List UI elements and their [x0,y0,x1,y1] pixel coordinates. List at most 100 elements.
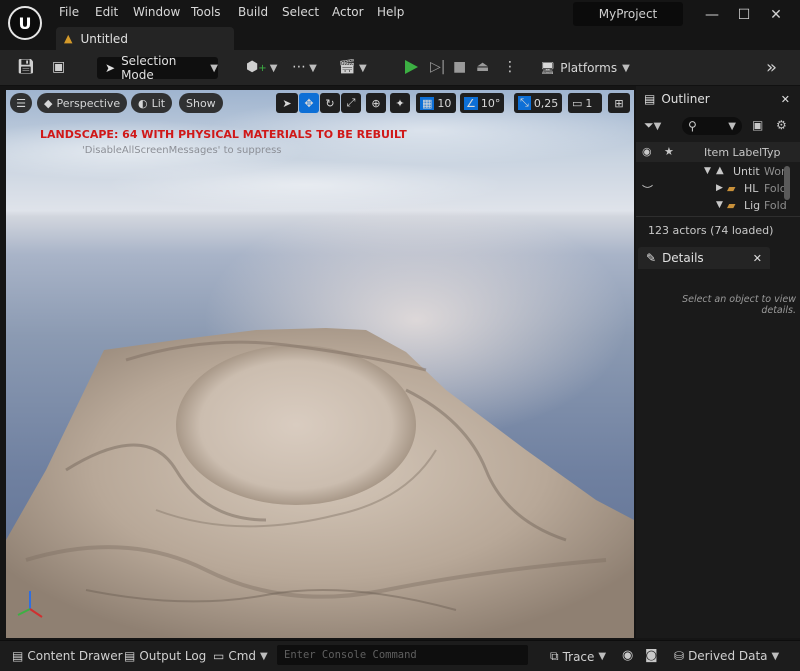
lit-icon: ◐ [138,96,148,110]
outliner-header: ◉ ★ Item Label Typ [636,142,800,162]
row-label: Lig [744,199,761,212]
landscape-terrain[interactable] [6,90,634,638]
viewport-layout-button[interactable]: ⊞ [608,93,630,113]
content-drawer-button[interactable]: ▤ Content Drawer [12,649,123,663]
terminal-icon: ▭ [213,649,225,663]
cursor-icon: ➤ [105,61,116,75]
hidden-eye-icon[interactable]: ︶ [642,182,653,198]
column-item-label[interactable]: Item Label [704,146,762,159]
folder-icon: ▰ [727,182,736,195]
column-type[interactable]: Typ [762,146,781,159]
lit-button[interactable]: ◐ Lit [131,93,173,113]
minimize-icon[interactable]: — [702,5,722,25]
close-icon[interactable]: ✕ [753,252,762,265]
grid-snap-control[interactable]: ▦ 10 [416,93,456,113]
close-icon[interactable]: ✕ [766,5,786,25]
stop-icon[interactable]: ■ [453,59,466,75]
log-icon: ▤ [124,649,136,663]
chevron-down-icon: ▼ [728,120,736,132]
rotation-snap-control[interactable]: ∠ 10° [460,93,504,113]
maximize-icon[interactable]: ☐ [734,5,754,25]
save-icon[interactable]: 💾︎ [17,59,35,75]
menu-edit[interactable]: Edit [95,5,118,19]
chevron-down-icon: ▼ [622,62,630,74]
scale-snap-control[interactable]: ⤡ 0,25 [514,93,562,113]
close-icon[interactable]: ✕ [781,93,790,106]
scale-tool[interactable]: ⤢ [341,93,361,113]
globe-icon: ⊕ [371,96,381,110]
row-type: Wor [764,165,786,178]
world-local-toggle[interactable]: ⊕ [366,93,386,113]
details-tab[interactable]: ✎ Details ✕ [638,247,770,269]
grid-icon: ▦ [420,96,435,110]
unreal-logo-icon[interactable]: U [8,6,42,40]
visibility-eye-icon[interactable]: ◉ [642,145,652,158]
selection-mode-dropdown[interactable]: ➤ Selection Mode ▼ [97,54,218,82]
outliner-search-input[interactable]: ⚲ ▼ [682,117,742,135]
menu-select[interactable]: Select [282,5,319,19]
menu-build[interactable]: Build [238,5,268,19]
eject-icon[interactable]: ⏏ [476,59,489,75]
outliner-title: Outliner [661,92,710,106]
filter-icon[interactable]: ⏷▼ [644,118,661,133]
list-item[interactable]: ︶ ▶ ▰ HL Fold [636,181,800,198]
menu-window[interactable]: Window [133,5,180,19]
cmd-label: Cmd [228,649,257,663]
add-folder-icon[interactable]: ▣ [752,118,763,132]
output-log-button[interactable]: ▤ Output Log [124,649,206,663]
viewport-menu-button[interactable]: ☰ [10,93,32,113]
chevron-down-icon: ▼ [704,166,711,176]
camera-speed-control[interactable]: ▭ 1 [568,93,602,113]
outliner-scrollbar[interactable] [784,166,790,200]
chevron-right-icon: ▶ [716,183,723,193]
camera-capture-icon[interactable]: ◙ [645,648,658,663]
show-label: Show [186,96,216,110]
play-icon[interactable] [402,58,420,76]
perspective-button[interactable]: ◆ Perspective [37,93,128,113]
platforms-dropdown[interactable]: 🖥︎ Platforms ▼ [540,57,630,79]
blueprint-icon[interactable]: ⋯ ▼ [292,59,317,75]
menu-help[interactable]: Help [377,5,404,19]
level-viewport[interactable]: ☰ ◆ Perspective ◐ Lit Show ➤ ✥ ↻ ⤢ ⊕ ✦ ▦… [6,90,634,638]
surface-snap-toggle[interactable]: ✦ [390,93,410,113]
scale-icon: ⤢ [346,96,356,109]
outliner-tab[interactable]: ▤ Outliner ✕ [638,88,798,110]
search-icon: ⚲ [688,119,697,133]
rotate-tool[interactable]: ↻ [320,93,340,113]
list-item[interactable]: ▼ ▲ Untit Wor [636,164,800,181]
derived-data-dropdown[interactable]: ⛁ Derived Data ▼ [674,649,779,663]
platforms-label: Platforms [560,61,618,75]
content-browse-icon[interactable]: ▣ [52,59,65,75]
add-actor-icon[interactable]: ⬢+ ▼ [246,59,278,75]
translate-tool[interactable]: ✥ [299,93,319,113]
settings-icon[interactable]: ⚙ [776,118,787,132]
menu-actor[interactable]: Actor [332,5,364,19]
console-command-input[interactable]: Enter Console Command [277,645,528,665]
trace-dropdown[interactable]: ⧉ Trace ▼ [550,649,606,664]
list-item[interactable]: ▼ ▰ Lig Fold [636,198,800,215]
details-title: Details [662,251,704,265]
details-icon: ✎ [646,251,657,265]
more-options-icon[interactable]: ⋮ [503,59,517,75]
cinematics-icon[interactable]: 🎬︎ ▼ [338,59,367,75]
advance-frame-icon[interactable]: ▷| [430,59,445,75]
drawer-icon: ▤ [12,649,24,663]
tab-untitled[interactable]: ▲ Untitled [56,27,234,50]
select-tool[interactable]: ➤ [276,93,298,113]
menu-file[interactable]: File [59,5,79,19]
expand-toolbar-icon[interactable]: » [766,57,777,78]
rebuild-warning: LANDSCAPE: 64 WITH PHYSICAL MATERIALS TO… [40,128,407,141]
scale-snap-value: 0,25 [533,96,559,110]
hamburger-icon: ☰ [16,96,26,110]
cmd-dropdown[interactable]: ▭ Cmd ▼ [213,649,268,663]
row-label: HL [744,182,759,195]
grid-snap-value: 10 [437,96,452,110]
details-empty-message: Select an object to view details. [682,294,796,316]
show-button[interactable]: Show [179,93,223,113]
star-icon[interactable]: ★ [664,145,674,158]
level-icon: ▲ [716,165,724,176]
rotate-icon: ↻ [325,96,335,110]
record-icon[interactable]: ◉ [622,648,633,663]
menu-tools[interactable]: Tools [191,5,221,19]
database-icon: ⛁ [674,649,685,663]
